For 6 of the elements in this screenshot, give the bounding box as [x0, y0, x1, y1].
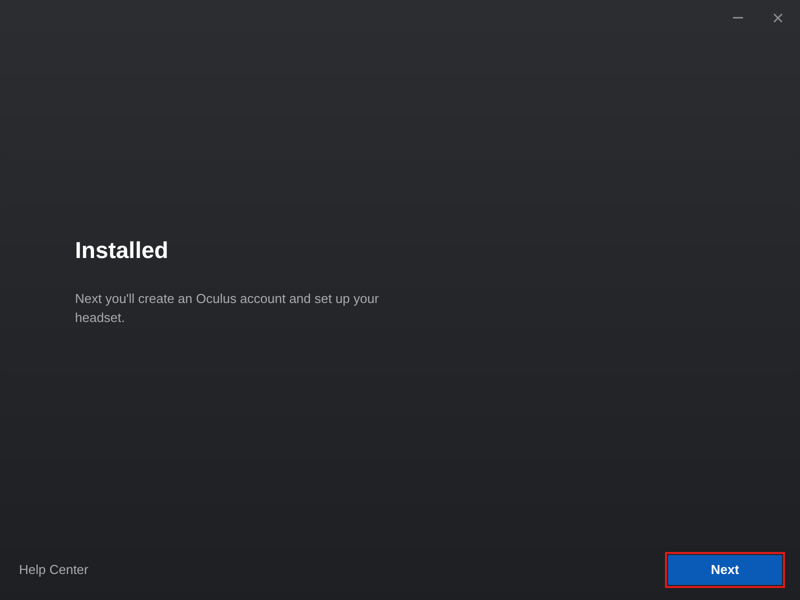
next-button[interactable]: Next: [668, 555, 782, 585]
close-icon: [773, 13, 783, 23]
help-center-link[interactable]: Help Center: [19, 560, 88, 580]
page-title: Installed: [75, 236, 168, 265]
minimize-icon: [733, 17, 743, 19]
description-text: Next you'll create an Oculus account and set up your headset.: [75, 290, 380, 328]
